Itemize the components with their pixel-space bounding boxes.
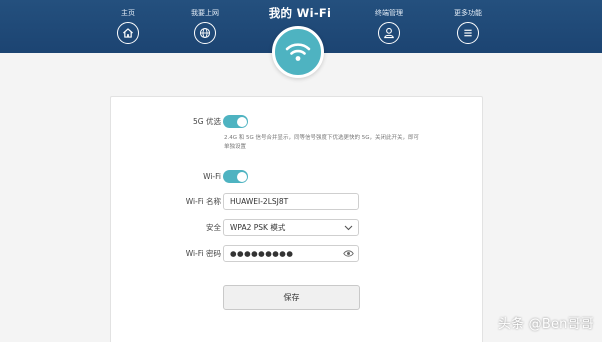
password-field: ●●●●●●●●● (223, 245, 359, 262)
wifi-label: Wi-Fi (203, 172, 221, 181)
wifi-toggle[interactable] (223, 170, 248, 183)
user-icon[interactable] (378, 22, 400, 44)
nav-label-home: 主页 (121, 9, 135, 17)
chevron-down-icon (343, 222, 354, 233)
password-input[interactable]: ●●●●●●●●● (223, 245, 359, 262)
wifi-settings-card: 5G 优选 2.4G 和 5G 信号合并显示，同等信号强度下优选更快的 5G，关… (110, 96, 483, 342)
wifi-icon (285, 43, 311, 61)
security-label: 安全 (206, 223, 221, 232)
nav-item-devices[interactable]: 终端管理 (359, 8, 419, 44)
security-select[interactable]: WPA2 PSK 模式 (223, 219, 359, 236)
globe-icon[interactable] (194, 22, 216, 44)
toggle-knob (236, 116, 247, 127)
wifi-name-input[interactable] (223, 193, 359, 210)
nav-item-more[interactable]: 更多功能 (438, 8, 498, 44)
nav-label-more: 更多功能 (454, 9, 482, 17)
page-title: 我的 Wi-Fi (268, 6, 332, 20)
wifi-tab-badge[interactable] (272, 26, 324, 78)
nav-label-devices: 终端管理 (375, 9, 403, 17)
watermark: 头条 @Ben哥哥 (497, 317, 594, 332)
nav-item-home[interactable]: 主页 (98, 8, 158, 44)
g5-label: 5G 优选 (193, 117, 221, 126)
password-label: Wi-Fi 密码 (185, 249, 221, 258)
nav-label-internet: 我要上网 (191, 9, 219, 17)
home-icon[interactable] (117, 22, 139, 44)
eye-icon[interactable] (343, 248, 354, 259)
g5-hint: 2.4G 和 5G 信号合并显示，同等信号强度下优选更快的 5G，关闭此开关，即… (224, 135, 420, 150)
security-value: WPA2 PSK 模式 (223, 219, 359, 236)
nav-item-internet[interactable]: 我要上网 (175, 8, 235, 44)
save-button[interactable]: 保存 (223, 285, 360, 310)
toggle-knob (236, 171, 247, 182)
wifi-name-label: Wi-Fi 名称 (185, 197, 221, 206)
g5-toggle[interactable] (223, 115, 248, 128)
menu-icon[interactable] (457, 22, 479, 44)
